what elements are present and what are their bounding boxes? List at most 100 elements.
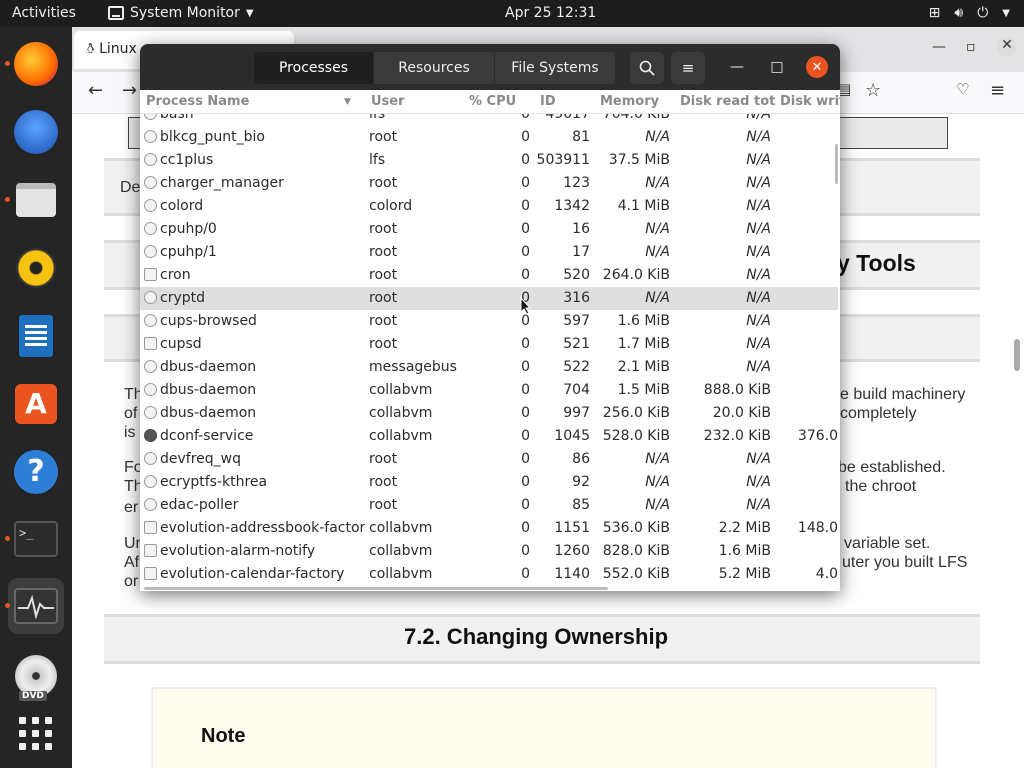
- process-id: 123: [563, 175, 590, 191]
- back-icon[interactable]: ←: [88, 80, 103, 101]
- process-memory: 1.6 MiB: [617, 313, 670, 329]
- column-id[interactable]: ID: [540, 94, 600, 109]
- dock-thunderbird[interactable]: [8, 104, 64, 160]
- browser-scrollbar[interactable]: [1014, 339, 1020, 371]
- vertical-scrollbar[interactable]: [835, 144, 838, 184]
- menu-icon[interactable]: ≡: [990, 80, 1005, 101]
- column-cpu[interactable]: % CPU: [469, 94, 529, 109]
- sort-desc-icon[interactable]: ▼: [344, 97, 351, 107]
- running-indicator: [5, 603, 10, 608]
- app-menu[interactable]: System Monitor ▼: [108, 5, 254, 21]
- menu-button[interactable]: ≡: [671, 52, 705, 84]
- search-button[interactable]: [630, 52, 664, 84]
- activities-button[interactable]: Activities: [12, 5, 76, 21]
- table-row[interactable]: cpuhp/0 root 0 16 N/A N/A: [140, 218, 838, 241]
- column-memory[interactable]: Memory: [600, 94, 680, 109]
- table-row[interactable]: dconf-service collabvm 0 1045 528.0 KiB 232.0…: [140, 425, 838, 448]
- table-row[interactable]: cc1plus lfs 0 503911 37.5 MiB N/A: [140, 149, 838, 172]
- forward-icon[interactable]: →: [122, 80, 137, 101]
- process-disk-read: N/A: [746, 198, 771, 214]
- process-list[interactable]: bash lfs 0 49017 704.0 KiB N/A blkcg_pun…: [140, 114, 840, 586]
- column-process-name[interactable]: Process Name: [146, 94, 356, 109]
- table-row[interactable]: dbus-daemon messagebus 0 522 2.1 MiB N/A: [140, 356, 838, 379]
- dock-system-monitor[interactable]: [5, 578, 64, 634]
- minimize-icon[interactable]: —: [932, 39, 946, 55]
- volume-icon[interactable]: 🔊︎: [954, 5, 963, 21]
- process-name: blkcg_punt_bio: [160, 129, 265, 145]
- process-user: root: [369, 221, 398, 237]
- horizontal-scrollbar[interactable]: [144, 587, 608, 590]
- tab-resources[interactable]: Resources: [374, 52, 495, 84]
- column-header: Process Name ▼ User % CPU ID Memory Disk…: [140, 90, 840, 114]
- process-name: evolution-calendar-factory: [160, 566, 345, 582]
- gear-icon: [144, 245, 157, 258]
- gear-icon: [144, 475, 157, 488]
- dock-help[interactable]: ?: [8, 444, 64, 500]
- writer-icon: [19, 315, 53, 357]
- gear-icon: [144, 222, 157, 235]
- process-icon: [144, 314, 157, 327]
- power-icon[interactable]: ⏻: [977, 5, 988, 21]
- gear-icon: [144, 498, 157, 511]
- tab-processes[interactable]: Processes: [254, 52, 374, 84]
- dock-firefox[interactable]: [5, 36, 64, 92]
- network-icon[interactable]: ⊞: [929, 5, 941, 21]
- dock-writer[interactable]: [8, 308, 64, 364]
- table-row[interactable]: dbus-daemon collabvm 0 704 1.5 MiB 888.0 KiB: [140, 379, 838, 402]
- show-applications-button[interactable]: [8, 706, 64, 762]
- table-row[interactable]: dbus-daemon collabvm 0 997 256.0 KiB 20.0 KiB: [140, 402, 838, 425]
- process-user: lfs: [369, 114, 386, 122]
- table-row[interactable]: ecryptfs-kthrea root 0 92 N/A N/A: [140, 471, 838, 494]
- process-disk-read: N/A: [746, 313, 771, 329]
- close-button[interactable]: ✕: [806, 56, 828, 78]
- maximize-button[interactable]: □: [766, 56, 788, 78]
- doc-text: is: [124, 424, 136, 441]
- maximize-icon[interactable]: ▫: [966, 39, 976, 55]
- column-user[interactable]: User: [371, 94, 461, 109]
- table-row[interactable]: cpuhp/1 root 0 17 N/A N/A: [140, 241, 838, 264]
- dock-terminal[interactable]: >_: [5, 511, 64, 567]
- table-row[interactable]: devfreq_wq root 0 86 N/A N/A: [140, 448, 838, 471]
- doc-text: Ur: [124, 535, 141, 552]
- process-disk-read: N/A: [746, 359, 771, 375]
- table-row[interactable]: cron root 0 520 264.0 KiB N/A: [140, 264, 838, 287]
- clock[interactable]: Apr 25 12:31: [505, 5, 596, 21]
- tab-file-systems[interactable]: File Systems: [495, 52, 616, 84]
- dock-files[interactable]: [5, 172, 64, 228]
- chevron-down-icon[interactable]: ▼: [1002, 5, 1010, 21]
- table-row[interactable]: evolution-addressbook-factory collabvm 0 11…: [140, 517, 838, 540]
- bookmark-star-icon[interactable]: ☆: [865, 80, 881, 101]
- close-icon[interactable]: ✕: [997, 37, 1017, 57]
- minimize-button[interactable]: —: [726, 56, 748, 78]
- table-row[interactable]: charger_manager root 0 123 N/A N/A: [140, 172, 838, 195]
- process-id: 316: [563, 290, 590, 306]
- process-disk-read: N/A: [746, 336, 771, 352]
- process-name: cups-browsed: [160, 313, 257, 329]
- app-menu-label: System Monitor: [130, 5, 240, 21]
- table-row[interactable]: cups-browsed root 0 597 1.6 MiB N/A: [140, 310, 838, 333]
- process-cpu: 0: [521, 244, 530, 260]
- table-row[interactable]: evolution-calendar-factory collabvm 0 1140 5…: [140, 563, 838, 586]
- dock-software[interactable]: A: [8, 376, 64, 432]
- column-disk-write[interactable]: Disk writ: [780, 94, 840, 109]
- note-title: Note: [201, 725, 246, 747]
- table-row[interactable]: colord colord 0 1342 4.1 MiB N/A: [140, 195, 838, 218]
- pocket-icon[interactable]: ♡: [956, 80, 969, 98]
- process-user: root: [369, 267, 398, 283]
- table-row[interactable]: cryptd root 0 316 N/A N/A: [140, 287, 838, 310]
- dropdown-arrow-icon: ▼: [245, 7, 254, 19]
- process-disk-read: 888.0 KiB: [703, 382, 771, 398]
- table-row[interactable]: edac-poller root 0 85 N/A N/A: [140, 494, 838, 517]
- dvd-icon: DVD: [15, 655, 57, 701]
- column-disk-read[interactable]: Disk read tota: [680, 94, 776, 109]
- table-row[interactable]: blkcg_punt_bio root 0 81 N/A N/A: [140, 126, 838, 149]
- table-row[interactable]: evolution-alarm-notify collabvm 0 1260 828.0…: [140, 540, 838, 563]
- table-row[interactable]: cupsd root 0 521 1.7 MiB N/A: [140, 333, 838, 356]
- doc-text: er: [124, 499, 139, 516]
- process-name: evolution-alarm-notify: [160, 543, 316, 559]
- dock-rhythmbox[interactable]: [8, 240, 64, 296]
- table-row[interactable]: bash lfs 0 49017 704.0 KiB N/A: [140, 114, 838, 126]
- system-tray[interactable]: ⊞ 🔊︎ ⏻ ▼: [929, 5, 1010, 21]
- process-icon: [144, 406, 157, 419]
- dock-dvd[interactable]: DVD: [8, 648, 64, 704]
